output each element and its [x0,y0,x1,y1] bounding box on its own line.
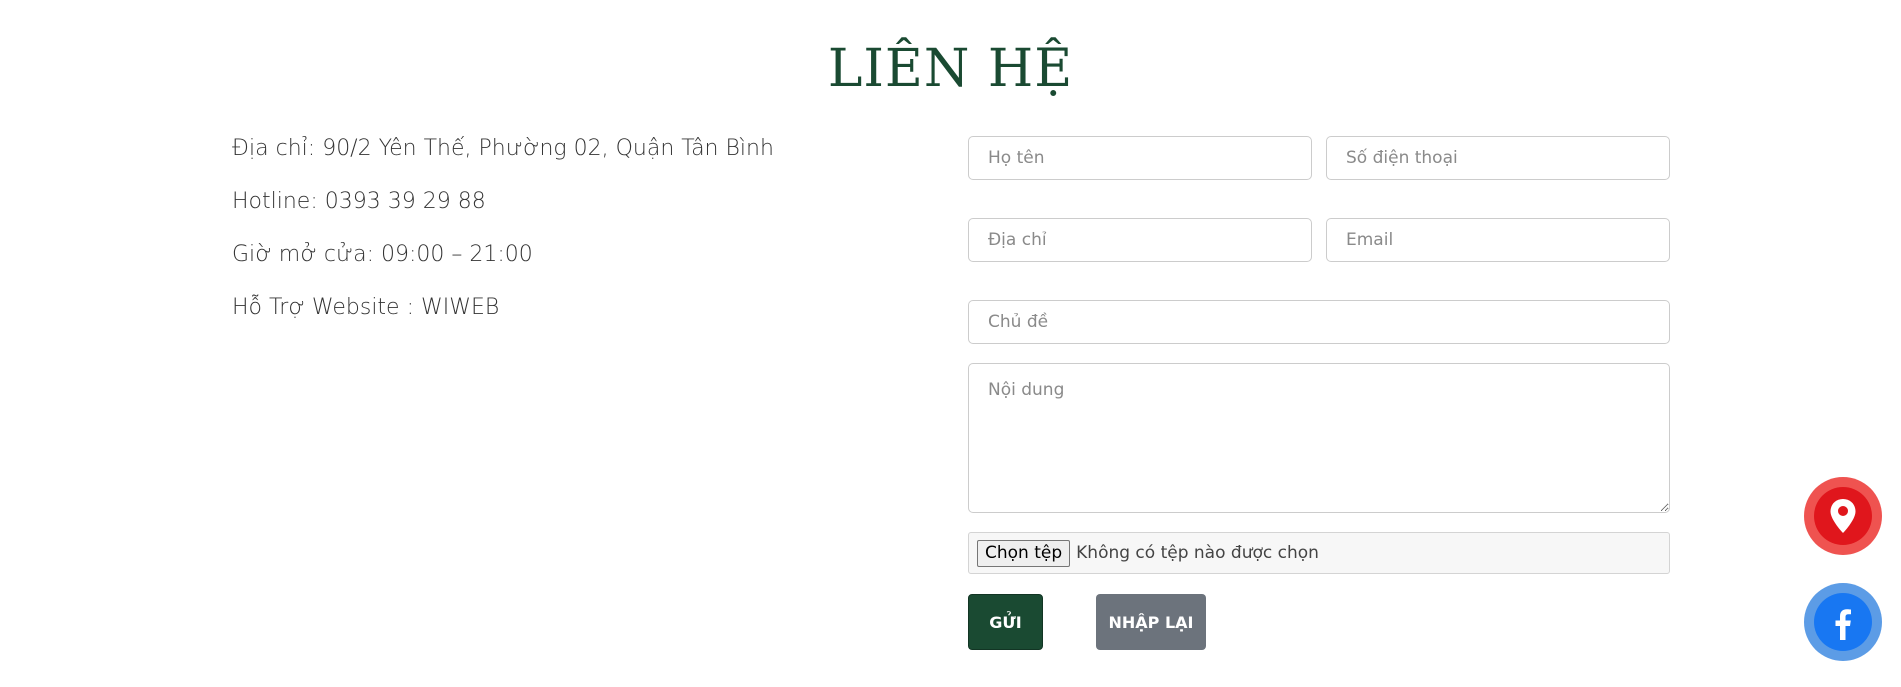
email-input[interactable] [1326,218,1670,262]
facebook-float-button[interactable] [1804,583,1882,661]
reset-button[interactable]: NHẬP LẠI [1096,594,1206,650]
form-actions: GỬI NHẬP LẠI [968,594,1670,650]
form-row-subject [968,300,1670,344]
contact-form: Chọn tệp Không có tệp nào được chọn GỬI … [968,136,1670,650]
subject-input[interactable] [968,300,1670,344]
name-input[interactable] [968,136,1312,180]
map-pin-icon [1830,499,1856,533]
opening-hours-text: Giờ mở cửa: 09:00 – 21:00 [232,242,533,267]
phone-input[interactable] [1326,136,1670,180]
message-textarea[interactable] [968,363,1670,513]
file-upload: Chọn tệp Không có tệp nào được chọn [968,532,1670,574]
form-row-name-phone [968,136,1670,180]
hotline-text: Hotline: 0393 39 29 88 [232,189,486,214]
address-text: Địa chỉ: 90/2 Yên Thế, Phường 02, Quận T… [232,136,774,161]
submit-button[interactable]: GỬI [968,594,1043,650]
choose-file-button[interactable]: Chọn tệp [977,539,1071,567]
address-input[interactable] [968,218,1312,262]
website-support-text: Hỗ Trợ Website : WIWEB [232,295,500,320]
form-row-address-email [968,218,1670,262]
facebook-button-inner [1814,593,1872,651]
file-status-text: Không có tệp nào được chọn [1076,543,1319,563]
page-title: LIÊN HỆ [827,39,1074,99]
facebook-icon [1825,604,1861,640]
map-float-button[interactable] [1804,477,1882,555]
map-button-inner [1814,487,1872,545]
contact-info: Địa chỉ: 90/2 Yên Thế, Phường 02, Quận T… [232,136,932,348]
contact-page: LIÊN HỆ Địa chỉ: 90/2 Yên Thế, Phường 02… [0,0,1901,687]
